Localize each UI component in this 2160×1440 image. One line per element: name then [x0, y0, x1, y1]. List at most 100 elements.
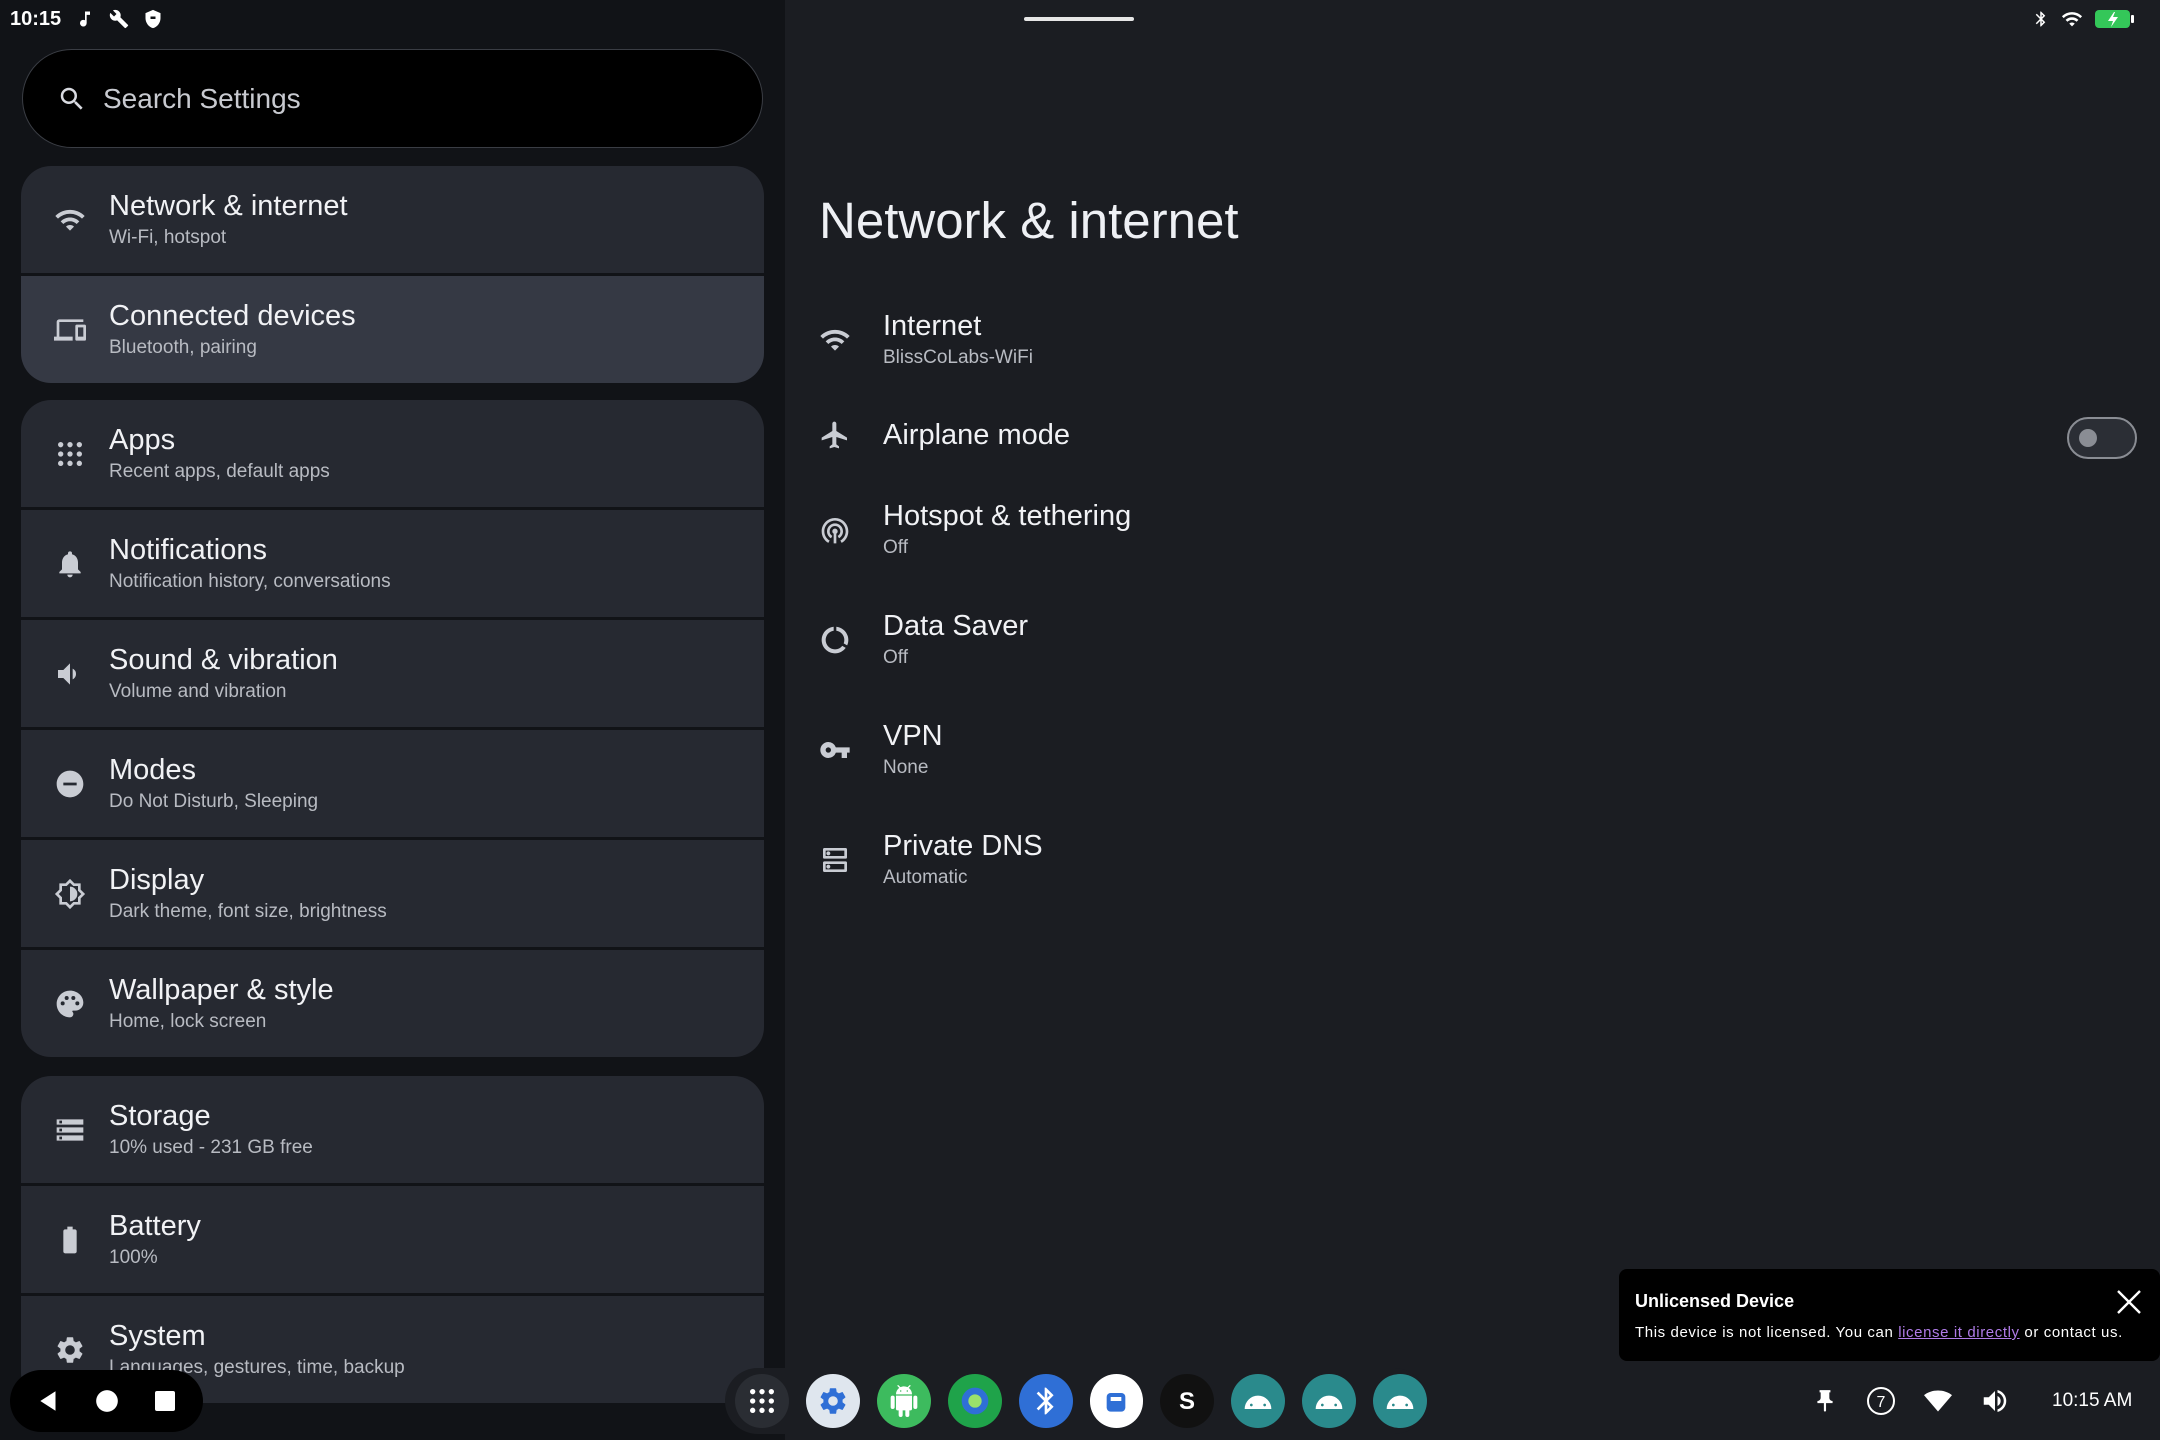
bluetooth-icon [2035, 11, 2046, 27]
volume-tray-icon[interactable] [1980, 1386, 2010, 1416]
s-letter-icon: S [1179, 1388, 1195, 1415]
row-internet[interactable]: Internet BlissCoLabs-WiFi [785, 295, 2160, 385]
settings-app-icon[interactable] [805, 1374, 860, 1428]
row-data-saver[interactable]: Data Saver Off [785, 595, 2160, 685]
row-hotspot[interactable]: Hotspot & tethering Off [785, 485, 2160, 575]
toast-title: Unlicensed Device [1635, 1291, 1795, 1311]
status-bar-left: 10:15 [10, 6, 163, 32]
store-icon [1107, 1393, 1126, 1412]
toast-message: This device is not licensed. You can lic… [1635, 1324, 2123, 1341]
settings-sidebar: Search Settings Network & internet Wi-Fi… [0, 0, 785, 1440]
browser-app-icon[interactable] [947, 1374, 1002, 1428]
sidebar-item-wallpaper[interactable]: Wallpaper & style Home, lock screen [21, 950, 764, 1057]
globe-icon [961, 1387, 989, 1415]
system-tray: 7 10:15 AM [1812, 1368, 2132, 1434]
sidebar-item-subtitle: Notification history, conversations [109, 570, 391, 592]
top-drag-handle[interactable] [1024, 17, 1134, 21]
sidebar-item-title: Battery [109, 1209, 201, 1242]
sidebar-item-apps[interactable]: Apps Recent apps, default apps [21, 400, 764, 507]
sidebar-item-title: Connected devices [109, 299, 356, 332]
brightness-icon [53, 877, 87, 911]
sidebar-item-network[interactable]: Network & internet Wi-Fi, hotspot [21, 166, 764, 273]
apps-grid-icon [749, 1389, 774, 1413]
search-placeholder: Search Settings [103, 82, 301, 114]
android-icon [1315, 1395, 1343, 1409]
sidebar-item-title: Display [109, 863, 205, 896]
sidebar-item-title: Apps [109, 423, 176, 456]
android-app-teal-icon[interactable] [1302, 1374, 1357, 1428]
sidebar-item-connected-devices[interactable]: Connected devices Bluetooth, pairing [21, 276, 764, 383]
vpn-key-icon [818, 733, 852, 767]
sidebar-item-subtitle: Volume and vibration [109, 680, 287, 702]
unlicensed-toast: Unlicensed Device This device is not lic… [1619, 1269, 2160, 1361]
battery-icon [53, 1223, 87, 1257]
android-app-icon[interactable] [876, 1374, 931, 1428]
row-title: Airplane mode [883, 419, 1070, 451]
license-link[interactable]: license it directly [1898, 1324, 2019, 1341]
apps-grid-icon [53, 437, 87, 471]
sidebar-item-notifications[interactable]: Notifications Notification history, conv… [21, 510, 764, 617]
gear-icon [820, 1388, 846, 1414]
row-airplane-mode[interactable]: Airplane mode [785, 390, 2160, 480]
recents-button[interactable] [153, 1389, 177, 1413]
sidebar-item-sound[interactable]: Sound & vibration Volume and vibration [21, 620, 764, 727]
wifi-tray-icon[interactable] [1924, 1387, 1952, 1415]
dns-icon [818, 843, 852, 877]
sidebar-item-storage[interactable]: Storage 10% used - 231 GB free [21, 1076, 764, 1183]
back-button[interactable] [36, 1388, 62, 1414]
home-button[interactable] [94, 1388, 120, 1414]
devices-icon [53, 313, 87, 347]
s-app-icon[interactable]: S [1160, 1374, 1215, 1428]
taskbar-clock[interactable]: 10:15 AM [2052, 1390, 2132, 1412]
music-note-icon [80, 11, 91, 27]
row-subtitle: Automatic [883, 867, 968, 888]
sidebar-item-display[interactable]: Display Dark theme, font size, brightnes… [21, 840, 764, 947]
row-private-dns[interactable]: Private DNS Automatic [785, 815, 2160, 905]
sidebar-item-title: Sound & vibration [109, 643, 338, 676]
airplane-mode-toggle[interactable] [2067, 417, 2137, 459]
pin-icon[interactable] [1812, 1388, 1838, 1414]
sidebar-item-modes[interactable]: Modes Do Not Disturb, Sleeping [21, 730, 764, 837]
sidebar-item-subtitle: Wi-Fi, hotspot [109, 226, 227, 248]
svg-text:7: 7 [1877, 1394, 1886, 1411]
android-app-teal-icon[interactable] [1373, 1374, 1428, 1428]
sidebar-item-title: System [109, 1319, 206, 1352]
close-icon [2117, 1290, 2141, 1314]
navigation-bar [10, 1370, 203, 1432]
wifi-icon [53, 203, 87, 237]
search-bar[interactable]: Search Settings [22, 49, 763, 148]
toast-close-button[interactable] [2114, 1287, 2144, 1317]
notification-count-badge[interactable]: 7 [1866, 1386, 1896, 1416]
bluetooth-app-icon[interactable] [1018, 1374, 1073, 1428]
android-app-teal-icon[interactable] [1231, 1374, 1286, 1428]
sidebar-item-subtitle: Recent apps, default apps [109, 460, 330, 482]
row-title: Private DNS [883, 830, 1043, 862]
row-title: Internet [883, 310, 982, 342]
sidebar-item-subtitle: 100% [109, 1246, 158, 1268]
store-app-icon[interactable] [1089, 1374, 1144, 1428]
android-icon [1386, 1395, 1414, 1409]
volume-icon [53, 657, 87, 691]
app-drawer-button[interactable] [735, 1374, 789, 1428]
status-time: 10:15 [10, 7, 62, 30]
airplane-icon [818, 418, 852, 452]
shield-icon [145, 9, 161, 29]
sidebar-item-battery[interactable]: Battery 100% [21, 1186, 764, 1293]
row-vpn[interactable]: VPN None [785, 705, 2160, 795]
do-not-disturb-icon [53, 767, 87, 801]
row-title: Hotspot & tethering [883, 500, 1132, 532]
row-title: VPN [883, 720, 943, 752]
svg-text:S: S [1179, 1388, 1195, 1415]
sidebar-item-subtitle: 10% used - 231 GB free [109, 1136, 313, 1158]
wifi-status-icon [2061, 12, 2083, 27]
taskbar: S 7 10:15 AM [0, 1362, 2160, 1440]
storage-icon [53, 1113, 87, 1147]
hotspot-icon [818, 513, 852, 547]
sidebar-item-subtitle: Dark theme, font size, brightness [109, 900, 387, 922]
sidebar-group-connectivity: Network & internet Wi-Fi, hotspot Connec… [21, 166, 764, 383]
sidebar-group-personal: Apps Recent apps, default apps Notificat… [21, 400, 764, 1057]
android-icon [890, 1385, 918, 1417]
sidebar-item-subtitle: Home, lock screen [109, 1010, 267, 1032]
android-icon [1244, 1395, 1272, 1409]
bluetooth-icon [1036, 1387, 1054, 1415]
